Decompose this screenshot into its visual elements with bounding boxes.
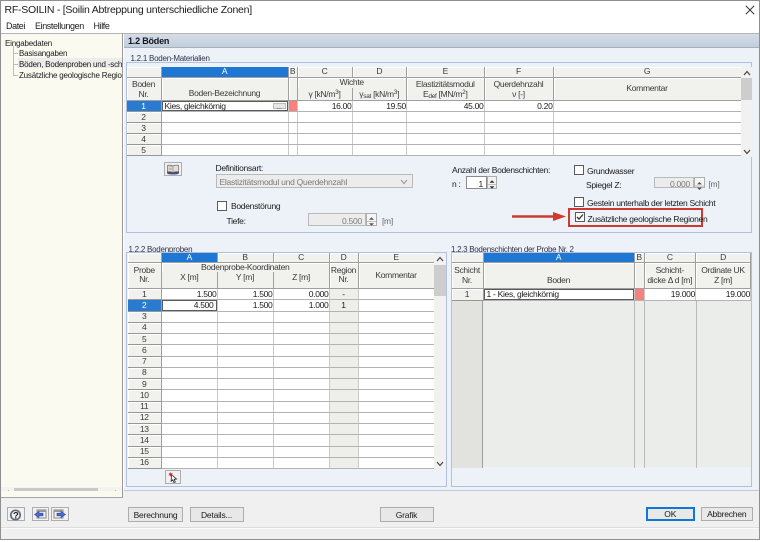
svg-text:?: ? xyxy=(13,510,19,521)
